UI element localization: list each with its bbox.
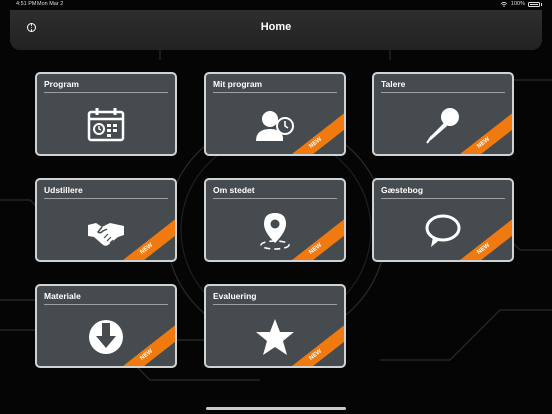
status-right: 100% bbox=[500, 1, 542, 7]
tile-label: Materiale bbox=[44, 291, 81, 301]
tile-mit-program[interactable]: Mit program NEW bbox=[204, 72, 346, 156]
tile-evaluering[interactable]: Evaluering NEW bbox=[204, 284, 346, 368]
microphone-icon bbox=[426, 108, 459, 144]
tile-label: Program bbox=[44, 79, 79, 89]
tile-divider bbox=[213, 198, 337, 199]
tile-divider bbox=[381, 198, 505, 199]
speech-bubble-icon bbox=[425, 214, 461, 247]
tile-materiale[interactable]: Materiale NEW bbox=[35, 284, 177, 368]
status-time: 4:51 PM bbox=[16, 1, 37, 7]
tile-gaestebog[interactable]: Gæstebog NEW bbox=[372, 178, 514, 262]
top-bar: Home bbox=[10, 10, 542, 50]
tile-label: Om stedet bbox=[213, 185, 255, 195]
tile-talere[interactable]: Talere NEW bbox=[372, 72, 514, 156]
page-title: Home bbox=[260, 21, 292, 33]
status-date: Mon Mar 2 bbox=[37, 1, 64, 7]
tile-udstillere[interactable]: Udstillere NEW bbox=[35, 178, 177, 262]
tile-label: Evaluering bbox=[213, 291, 257, 301]
tile-divider bbox=[44, 198, 168, 199]
battery-icon bbox=[528, 1, 540, 7]
tile-om-stedet[interactable]: Om stedet NEW bbox=[204, 178, 346, 262]
tile-label: Mit program bbox=[213, 79, 263, 89]
location-pin-icon bbox=[260, 213, 290, 250]
tile-divider bbox=[44, 304, 168, 305]
status-bar: 4:51 PM Mon Mar 2 100% bbox=[0, 0, 552, 10]
battery-percent: 100% bbox=[510, 1, 525, 7]
star-icon bbox=[256, 319, 294, 355]
tile-label: Talere bbox=[381, 79, 406, 89]
tile-divider bbox=[44, 92, 168, 93]
tile-divider bbox=[381, 92, 505, 93]
user-clock-icon bbox=[256, 111, 294, 141]
tile-program[interactable]: Program bbox=[35, 72, 177, 156]
calendar-icon bbox=[87, 108, 125, 142]
tile-label: Gæstebog bbox=[381, 185, 424, 195]
handshake-icon bbox=[88, 223, 124, 246]
tile-label: Udstillere bbox=[44, 185, 83, 195]
tile-divider bbox=[213, 304, 337, 305]
download-icon bbox=[89, 320, 123, 354]
wifi-icon bbox=[500, 1, 508, 7]
tile-divider bbox=[213, 92, 337, 93]
battery-tip bbox=[541, 2, 542, 6]
home-indicator[interactable] bbox=[206, 407, 346, 410]
